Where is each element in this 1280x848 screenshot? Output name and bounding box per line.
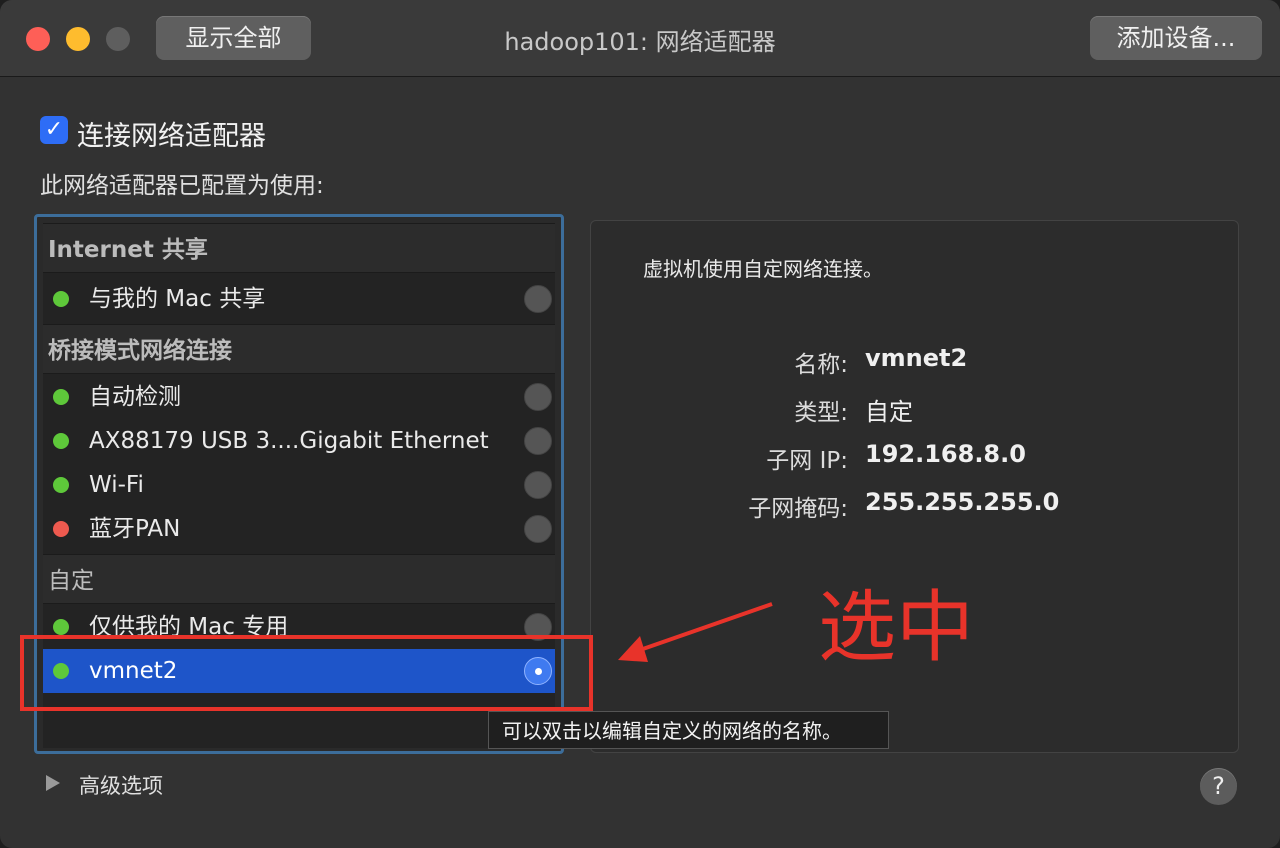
annotation-text: 选中	[818, 583, 975, 673]
arrow-annotation-icon	[618, 602, 773, 662]
window: 显示全部 hadoop101: 网络适配器 添加设备... ✓ 连接网络适配器 …	[0, 0, 1280, 848]
